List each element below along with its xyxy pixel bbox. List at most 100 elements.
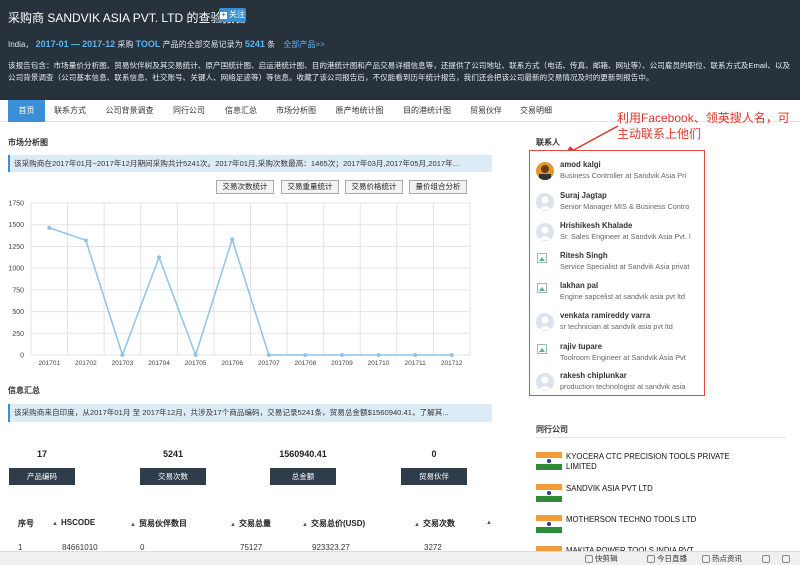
scissors-icon xyxy=(585,555,593,564)
sort-icon: ▲ xyxy=(230,522,236,528)
follow-label: 关注 xyxy=(229,10,245,19)
broken-image-icon xyxy=(537,253,547,263)
record-count: 5241 xyxy=(244,39,265,49)
contact-title: Business Controller at Sandvik Asia Pri xyxy=(560,171,687,180)
col-label-total-price: 交易总价(USD) xyxy=(310,519,366,528)
contact-item[interactable]: lakhan pal Engine sapcelist at sandvik a… xyxy=(536,281,704,309)
page-title: 采购商 SANDVIK ASIA PVT. LTD 的查验报告 xyxy=(8,11,247,25)
follow-button[interactable]: + 关注 xyxy=(219,8,246,22)
data-point xyxy=(339,353,344,357)
tab-contact[interactable]: 联系方式 xyxy=(46,100,94,122)
stat-amount-label: 总金额 xyxy=(270,468,336,485)
sound-button[interactable] xyxy=(782,552,792,565)
records-text: 产品的全部交易记录为 xyxy=(162,40,243,49)
broken-image-icon xyxy=(537,283,547,293)
col-header-hscode[interactable]: ▲ HSCODE xyxy=(52,518,95,527)
contact-item[interactable]: Ritesh Singh Service Specialist at Sandv… xyxy=(536,251,704,279)
x-tick-label: 201703 xyxy=(112,360,134,367)
btn-combo-analysis[interactable]: 量价组合分析 xyxy=(409,180,467,194)
market-info-strip: 该采购商在2017年01月~2017年12月期间采购共计5241次。2017年0… xyxy=(8,155,492,172)
quick-clip-label: 快剪辑 xyxy=(595,554,618,563)
col-header-partners[interactable]: ▲ 贸易伙伴数目 xyxy=(130,518,187,529)
col-label-trade-count: 交易次数 xyxy=(422,519,455,528)
col-header-total-price[interactable]: ▲ 交易总价(USD) xyxy=(302,518,365,529)
live-label: 今日直播 xyxy=(657,554,687,563)
tab-market-chart[interactable]: 市场分析图 xyxy=(267,100,325,122)
contacts-box: amod kalgi Business Controller at Sandvi… xyxy=(529,150,705,396)
summary-section-title: 信息汇总 xyxy=(8,386,40,395)
country: India， xyxy=(8,40,34,49)
contact-name: Suraj Jagtap xyxy=(560,191,607,200)
contact-name: Hrishikesh Khalade xyxy=(560,221,633,230)
data-point xyxy=(230,237,235,242)
peer-company-name: SANDVIK ASIA PVT LTD xyxy=(566,484,653,493)
y-tick-label: 500 xyxy=(12,309,24,316)
india-flag-icon xyxy=(536,484,562,502)
stat-trade-count: 5241 xyxy=(140,439,206,469)
live-button[interactable]: 今日直播 xyxy=(647,552,687,565)
default-avatar-icon xyxy=(536,373,554,391)
period-start: 2017-01 xyxy=(35,39,69,49)
sort-icon: ▲ xyxy=(414,522,420,528)
contact-title: Toolroom Engineer at Sandvik Asia Pvt xyxy=(560,353,686,362)
browser-status-bar: 快剪辑 今日直播 热点资讯 xyxy=(0,551,800,565)
data-point xyxy=(157,255,162,260)
quick-clip-button[interactable]: 快剪辑 xyxy=(585,552,618,565)
col-header-quantity[interactable]: ▲ 交易总量 xyxy=(230,518,271,529)
tab-home[interactable]: 首页 xyxy=(8,100,45,122)
hot-news-label: 热点资讯 xyxy=(712,554,742,563)
tab-transactions[interactable]: 交易明细 xyxy=(512,100,560,122)
peer-company-name: MOTHERSON TECHNO TOOLS LTD xyxy=(566,515,697,524)
contact-item[interactable]: rajiv tupare Toolroom Engineer at Sandvi… xyxy=(536,342,704,370)
contact-item[interactable]: Suraj Jagtap Senior Manager MIS & Busine… xyxy=(536,191,704,219)
contact-item[interactable]: Hrishikesh Khalade Sr. Sales Engineer at… xyxy=(536,221,704,249)
contact-name: venkata ramireddy varra xyxy=(560,311,651,320)
contact-name: rajiv tupare xyxy=(560,342,603,351)
x-tick-label: 201702 xyxy=(75,360,97,367)
y-tick-label: 0 xyxy=(20,353,24,360)
x-tick-label: 201708 xyxy=(295,360,317,367)
data-point xyxy=(193,353,198,357)
x-tick-label: 201710 xyxy=(368,360,390,367)
btn-weight-stats[interactable]: 交易重量统计 xyxy=(281,180,339,194)
btn-price-stats[interactable]: 交易价格统计 xyxy=(345,180,403,194)
tab-origin-chart[interactable]: 原产地统计图 xyxy=(326,100,393,122)
x-tick-label: 201705 xyxy=(185,360,207,367)
market-line-chart: 0 250 500 750 1000 1250 1500 1750 201701 201702 20… xyxy=(8,201,471,367)
stat-partner-count: 0 xyxy=(401,439,467,469)
tab-summary[interactable]: 信息汇总 xyxy=(215,100,267,122)
contact-title: Engine sapcelist at sandvik asia pvt ltd xyxy=(560,292,685,301)
data-point xyxy=(449,353,454,357)
y-tick-label: 1500 xyxy=(8,222,24,229)
divider xyxy=(536,437,786,438)
contact-item[interactable]: venkata ramireddy varra sr technician at… xyxy=(536,311,704,339)
sort-icon[interactable]: ▲ xyxy=(486,520,492,526)
tab-peers[interactable]: 同行公司 xyxy=(163,100,215,122)
broken-image-icon xyxy=(537,344,547,354)
contact-title: production technologist at sandvik asia xyxy=(560,382,686,391)
contact-title: Sr. Sales Engineer at Sandvik Asia Pvt. … xyxy=(560,232,691,241)
india-flag-icon xyxy=(536,452,562,470)
report-header: 采购商 SANDVIK ASIA PVT. LTD 的查验报告 + 关注 Indi… xyxy=(0,0,800,100)
col-header-trade-count[interactable]: ▲ 交易次数 xyxy=(414,518,455,529)
x-tick-label: 201704 xyxy=(148,360,170,367)
refresh-button[interactable] xyxy=(762,552,772,565)
all-products-link[interactable]: 全部产品>> xyxy=(283,40,324,49)
data-point xyxy=(83,238,88,243)
tab-port-chart[interactable]: 目的港统计图 xyxy=(394,100,460,122)
btn-count-stats[interactable]: 交易次数统计 xyxy=(216,180,274,194)
y-tick-label: 250 xyxy=(12,331,24,338)
default-avatar-icon xyxy=(536,193,554,211)
tab-background[interactable]: 公司背景调查 xyxy=(96,100,163,122)
contact-item[interactable]: amod kalgi Business Controller at Sandvi… xyxy=(536,160,704,188)
x-tick-label: 201707 xyxy=(258,360,280,367)
col-label-hscode: HSCODE xyxy=(60,518,96,527)
y-tick-label: 750 xyxy=(12,287,24,294)
col-header-index: 序号 xyxy=(18,519,34,528)
tab-partners[interactable]: 贸易伙伴 xyxy=(460,100,512,122)
hot-news-button[interactable]: 热点资讯 xyxy=(702,552,742,565)
contact-item[interactable]: rakesh chiplunkar production technologis… xyxy=(536,371,704,399)
default-avatar-icon xyxy=(536,223,554,241)
col-label-quantity: 交易总量 xyxy=(238,519,271,528)
data-point xyxy=(303,353,308,357)
